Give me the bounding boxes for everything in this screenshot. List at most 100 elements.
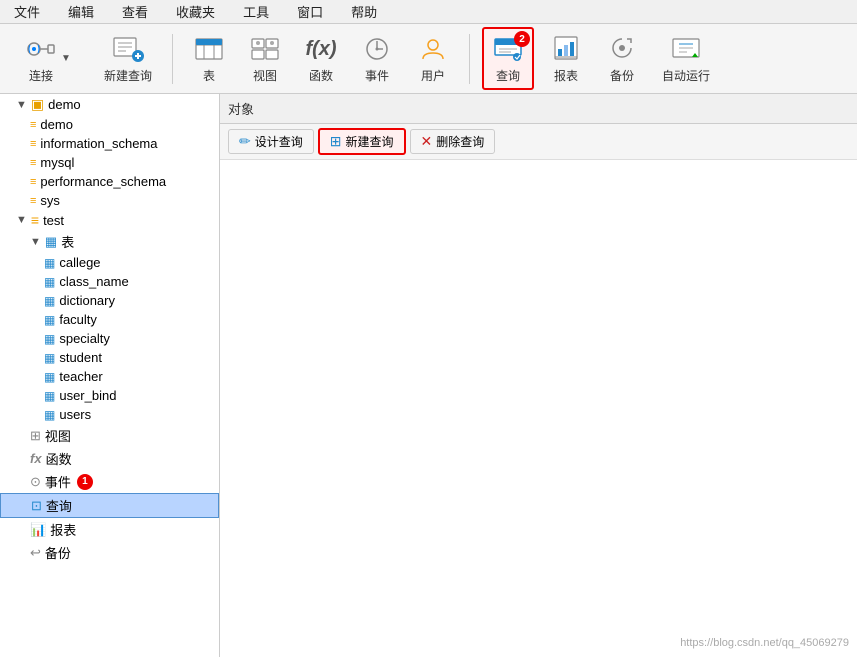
new-query-content-label: 新建查询 <box>345 133 393 150</box>
sidebar-table-users[interactable]: ▦ users <box>0 405 219 424</box>
sidebar-root-demo[interactable]: ▼ ▣ demo <box>0 94 219 115</box>
view-icon <box>249 33 281 65</box>
sidebar-label-callege: callege <box>59 255 100 270</box>
sidebar-table-specialty[interactable]: ▦ specialty <box>0 329 219 348</box>
table-group[interactable]: 表 <box>185 29 233 88</box>
view-folder-icon: ⊞ <box>30 428 41 444</box>
backup-group[interactable]: 备份 <box>598 29 646 88</box>
sidebar-table-faculty[interactable]: ▦ faculty <box>0 310 219 329</box>
collapse-icon: ▼ <box>16 99 27 111</box>
main-area: ▼ ▣ demo ≡ demo ≡ information_schema ≡ m… <box>0 94 857 657</box>
menu-file[interactable]: 文件 <box>8 0 46 23</box>
content-main <box>220 160 857 657</box>
sidebar-label-infoschema: information_schema <box>40 136 157 151</box>
sidebar-table-class-name[interactable]: ▦ class_name <box>0 272 219 291</box>
design-query-icon: ✏ <box>239 133 251 150</box>
delete-query-button[interactable]: ✕ 删除查询 <box>410 129 496 154</box>
user-label: 用户 <box>421 67 445 84</box>
delete-query-icon: ✕ <box>421 133 433 150</box>
view-label: 视图 <box>253 67 277 84</box>
table-icon <box>193 33 225 65</box>
db-icon-sys: ≡ <box>30 195 36 207</box>
user-icon <box>417 33 449 65</box>
sidebar-label-teacher: teacher <box>59 369 102 384</box>
sidebar-table-teacher[interactable]: ▦ teacher <box>0 367 219 386</box>
sidebar-label-dictionary: dictionary <box>59 293 115 308</box>
sidebar-folder-backups[interactable]: ↩ 备份 <box>0 541 219 564</box>
sidebar-label-demo: demo <box>40 117 73 132</box>
menu-tools[interactable]: 工具 <box>237 0 275 23</box>
new-query-content-icon: ⊞ <box>330 133 342 150</box>
autorun-group[interactable]: 自动运行 <box>654 29 718 88</box>
sidebar-folder-tables[interactable]: ▼ ▦ 表 <box>0 230 219 253</box>
sidebar-label-student: student <box>59 350 102 365</box>
sidebar-item-mysql[interactable]: ≡ mysql <box>0 153 219 172</box>
delete-query-label: 删除查询 <box>436 133 484 150</box>
content-header-title: 对象 <box>228 99 254 118</box>
connect-group[interactable]: 连接 ▼ <box>8 29 88 88</box>
new-query-content-button[interactable]: ⊞ 新建查询 <box>318 128 406 155</box>
table-icon-dictionary: ▦ <box>44 294 55 308</box>
sidebar-table-user-bind[interactable]: ▦ user_bind <box>0 386 219 405</box>
sidebar-table-student[interactable]: ▦ student <box>0 348 219 367</box>
sidebar-folder-views[interactable]: ⊞ 视图 <box>0 424 219 447</box>
query-label-toolbar: 查询 <box>496 67 520 84</box>
db-icon-infoschema: ≡ <box>30 138 36 150</box>
sidebar-label-functions: 函数 <box>46 449 72 468</box>
report-label: 报表 <box>554 67 578 84</box>
table-icon-users: ▦ <box>44 408 55 422</box>
menu-edit[interactable]: 编辑 <box>62 0 100 23</box>
divider2 <box>469 34 470 84</box>
content-header: 对象 <box>220 94 857 124</box>
sidebar-table-callege[interactable]: ▦ callege <box>0 253 219 272</box>
sidebar-item-demo-db[interactable]: ≡ demo <box>0 115 219 134</box>
menu-view[interactable]: 查看 <box>116 0 154 23</box>
table-icon-faculty: ▦ <box>44 313 55 327</box>
sidebar-label-mysql: mysql <box>40 155 74 170</box>
sidebar-label-test: test <box>43 213 64 228</box>
db-icon-perfschema: ≡ <box>30 176 36 188</box>
sidebar-item-sys[interactable]: ≡ sys <box>0 191 219 210</box>
new-query-group[interactable]: 新建查询 <box>96 29 160 88</box>
event-group[interactable]: 事件 <box>353 29 401 88</box>
content-toolbar: ✏ 设计查询 ⊞ 新建查询 ✕ 删除查询 <box>220 124 857 160</box>
sidebar-table-dictionary[interactable]: ▦ dictionary <box>0 291 219 310</box>
tables-folder-icon: ▦ <box>45 234 57 250</box>
menubar: 文件 编辑 查看 收藏夹 工具 窗口 帮助 <box>0 0 857 24</box>
connect-label: 连接 <box>29 67 53 84</box>
sidebar-folder-reports[interactable]: 📊 报表 <box>0 518 219 541</box>
view-group[interactable]: 视图 <box>241 29 289 88</box>
db-icon-demo: ≡ <box>30 119 36 131</box>
sidebar-item-information-schema[interactable]: ≡ information_schema <box>0 134 219 153</box>
user-group[interactable]: 用户 <box>409 29 457 88</box>
sidebar-label-sys: sys <box>40 193 60 208</box>
sidebar: ▼ ▣ demo ≡ demo ≡ information_schema ≡ m… <box>0 94 220 657</box>
event-badge: 1 <box>77 474 93 490</box>
menu-favorites[interactable]: 收藏夹 <box>170 0 221 23</box>
sidebar-folder-events[interactable]: ⊙ 事件 1 <box>0 470 219 493</box>
watermark: https://blog.csdn.net/qq_45069279 <box>680 637 849 649</box>
sidebar-item-test[interactable]: ▼ ≡ test <box>0 210 219 230</box>
menu-window[interactable]: 窗口 <box>291 0 329 23</box>
sidebar-folder-functions[interactable]: fx 函数 <box>0 447 219 470</box>
sidebar-label-events: 事件 <box>45 472 71 491</box>
sidebar-label-specialty: specialty <box>59 331 110 346</box>
divider1 <box>172 34 173 84</box>
table-icon-teacher: ▦ <box>44 370 55 384</box>
test-collapse-icon: ▼ <box>16 214 27 226</box>
sidebar-item-performance-schema[interactable]: ≡ performance_schema <box>0 172 219 191</box>
function-icon: f(x) <box>305 33 337 65</box>
design-query-button[interactable]: ✏ 设计查询 <box>228 129 314 154</box>
sidebar-label-perfschema: performance_schema <box>40 174 166 189</box>
menu-help[interactable]: 帮助 <box>345 0 383 23</box>
function-group[interactable]: f(x) 函数 <box>297 29 345 88</box>
backup-label: 备份 <box>610 67 634 84</box>
autorun-label: 自动运行 <box>662 67 710 84</box>
report-group[interactable]: 报表 <box>542 29 590 88</box>
table-label: 表 <box>203 67 215 84</box>
report-folder-icon: 📊 <box>30 522 46 538</box>
sidebar-label-users: users <box>59 407 91 422</box>
toolbar: 连接 ▼ 新建查询 <box>0 24 857 94</box>
query-group[interactable]: 2 查询 <box>482 27 534 90</box>
sidebar-folder-queries[interactable]: ⊡ 查询 <box>0 493 219 518</box>
